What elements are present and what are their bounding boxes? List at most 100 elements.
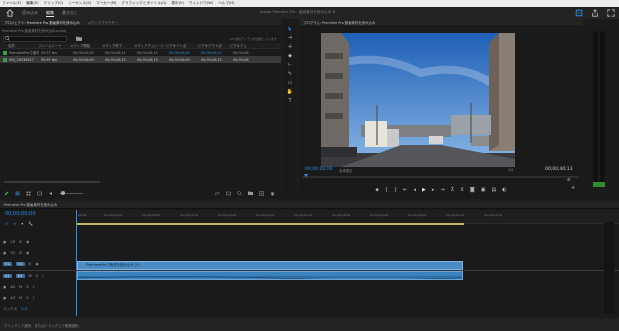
- step-forward-icon[interactable]: ▸: [432, 187, 435, 193]
- col-name[interactable]: 名前: [0, 43, 36, 48]
- play-icon[interactable]: ▶: [422, 187, 426, 193]
- col-framerate[interactable]: フレームレート: [36, 43, 68, 48]
- menu-window[interactable]: ウィンドウ(W): [189, 1, 213, 6]
- table-row[interactable]: VID_20230917 29.97 fps 00;00;00;00 00;00…: [0, 56, 281, 63]
- add-marker-icon[interactable]: ▾: [21, 221, 23, 226]
- sync-lock-icon[interactable]: ⊟: [29, 262, 32, 266]
- menu-edit[interactable]: 編集(E): [26, 1, 38, 6]
- hand-tool-icon[interactable]: ✋: [286, 88, 294, 96]
- source-patch-a1[interactable]: A1: [3, 274, 12, 278]
- media-browser-tab[interactable]: メディアブラウザー: [88, 20, 118, 25]
- new-folder-icon[interactable]: [248, 191, 253, 196]
- sync-lock-icon[interactable]: ⊟: [19, 251, 22, 255]
- proxy-toggle-icon[interactable]: ▤: [492, 187, 497, 193]
- fit-dropdown[interactable]: 全体表示: [339, 168, 353, 173]
- razor-tool-icon[interactable]: ◆: [286, 52, 294, 60]
- zoom-out-icon[interactable]: [48, 191, 53, 196]
- playhead-icon[interactable]: [304, 174, 308, 178]
- menu-file[interactable]: ファイル(F): [2, 1, 21, 6]
- step-back-icon[interactable]: ◂: [413, 187, 416, 193]
- table-row[interactable]: PremiereProで素材を読み込み 29.97 fps 00;00;00;0…: [0, 49, 281, 56]
- vr-video-icon[interactable]: ◐: [502, 187, 506, 193]
- col-video-duration[interactable]: ビデオデュ: [228, 43, 252, 48]
- track-toggle-icon[interactable]: ▣: [3, 296, 6, 300]
- solo-button[interactable]: S: [26, 296, 28, 300]
- col-media-duration[interactable]: メディアデュレーション: [132, 43, 164, 48]
- menu-help[interactable]: ヘルプ(H): [218, 1, 234, 6]
- video-clip[interactable]: PremiereProで素材を読み込み [V]: [77, 261, 463, 270]
- track-select-icon[interactable]: ⇥: [286, 34, 294, 42]
- share-icon[interactable]: [591, 9, 599, 17]
- snap-icon[interactable]: ∩: [5, 221, 8, 226]
- mute-button[interactable]: M: [19, 285, 22, 289]
- project-search-input[interactable]: [3, 35, 67, 42]
- home-icon[interactable]: [6, 9, 14, 17]
- menu-sequence[interactable]: シーケンス(S): [68, 1, 91, 6]
- microphone-icon[interactable]: ♪: [42, 274, 44, 278]
- mute-button[interactable]: M: [19, 296, 22, 300]
- menu-marker[interactable]: マーカー(M): [96, 1, 116, 6]
- extract-icon[interactable]: ⊻: [460, 187, 464, 193]
- go-to-out-icon[interactable]: ⇥: [440, 187, 444, 193]
- find-icon[interactable]: [237, 190, 242, 196]
- pen-tool-icon[interactable]: ✎: [286, 70, 294, 78]
- lift-icon[interactable]: ⊼: [451, 187, 455, 193]
- col-media-start[interactable]: メディア開始: [68, 43, 100, 48]
- track-toggle-icon[interactable]: ▣: [3, 251, 6, 255]
- icon-view-icon[interactable]: [26, 191, 31, 196]
- sort-icon[interactable]: [215, 191, 220, 196]
- new-bin-icon[interactable]: [76, 36, 82, 41]
- linked-selection-icon[interactable]: ∞: [13, 221, 16, 226]
- automate-sequence-icon[interactable]: [226, 191, 231, 196]
- solo-button[interactable]: S: [36, 274, 38, 278]
- eye-icon[interactable]: ◉: [36, 262, 39, 266]
- comparison-view-icon[interactable]: ▣: [481, 187, 486, 193]
- audio-clip[interactable]: [77, 271, 463, 280]
- track-toggle-icon[interactable]: ▣: [3, 285, 6, 289]
- mix-value[interactable]: 0.0: [21, 307, 27, 311]
- menu-view[interactable]: 表示(V): [171, 1, 183, 6]
- work-area-bar[interactable]: [76, 223, 464, 225]
- freeform-view-icon[interactable]: [37, 191, 42, 196]
- add-button-icon[interactable]: +: [571, 185, 575, 191]
- pencil-icon[interactable]: [4, 191, 9, 196]
- timeline-settings-icon[interactable]: 🔧: [28, 221, 33, 226]
- zoom-slider-thumb[interactable]: [61, 190, 65, 195]
- project-tab[interactable]: プロジェクト: Premiere Pro 動画素材を読み込み: [4, 20, 80, 25]
- new-item-icon[interactable]: [259, 190, 264, 196]
- selection-tool-icon[interactable]: [286, 25, 294, 33]
- tab-edit[interactable]: 編集: [46, 10, 54, 16]
- clear-icon[interactable]: [270, 191, 275, 196]
- microphone-icon[interactable]: ♪: [33, 285, 35, 289]
- quick-export-icon[interactable]: [575, 9, 583, 17]
- col-media-end[interactable]: メディア終了: [100, 43, 132, 48]
- col-video-out[interactable]: ビデオアウト点: [196, 43, 228, 48]
- timeline-timecode[interactable]: 00;00;00;00: [5, 211, 36, 217]
- mark-out-icon[interactable]: }: [394, 187, 397, 193]
- list-view-icon[interactable]: [15, 191, 20, 196]
- mute-button[interactable]: M: [29, 274, 32, 278]
- eye-icon[interactable]: ◉: [26, 240, 29, 244]
- fullscreen-icon[interactable]: [607, 9, 615, 17]
- sync-lock-icon[interactable]: ⊟: [19, 240, 22, 244]
- tab-export[interactable]: 書き出し: [62, 10, 78, 16]
- eye-icon[interactable]: ◉: [26, 251, 29, 255]
- source-patch-v1[interactable]: V1: [3, 262, 12, 266]
- microphone-icon[interactable]: ♪: [33, 296, 35, 300]
- zoom-slider[interactable]: [59, 190, 83, 195]
- tab-import[interactable]: 読み込み: [22, 10, 38, 16]
- program-tab[interactable]: プログラム: Premiere Pro 動画素材を読み込み: [303, 20, 375, 25]
- menu-clip[interactable]: クリップ(C): [44, 1, 64, 6]
- add-marker-icon[interactable]: ⬥: [375, 187, 379, 193]
- ripple-edit-icon[interactable]: ✛: [286, 43, 294, 51]
- col-video-in[interactable]: ビデオイン点: [164, 43, 196, 48]
- rectangle-tool-icon[interactable]: ▭: [286, 79, 294, 87]
- settings-icon[interactable]: ⚙: [567, 177, 571, 182]
- export-frame-icon[interactable]: ◙: [470, 187, 475, 193]
- track-toggle-icon[interactable]: ▣: [3, 240, 6, 244]
- quality-dropdown[interactable]: 1/2: [508, 168, 513, 172]
- type-tool-icon[interactable]: T: [286, 97, 294, 105]
- program-scrubber[interactable]: [303, 176, 579, 178]
- project-scrollbar[interactable]: [4, 181, 100, 183]
- go-to-in-icon[interactable]: ⇤: [403, 187, 407, 193]
